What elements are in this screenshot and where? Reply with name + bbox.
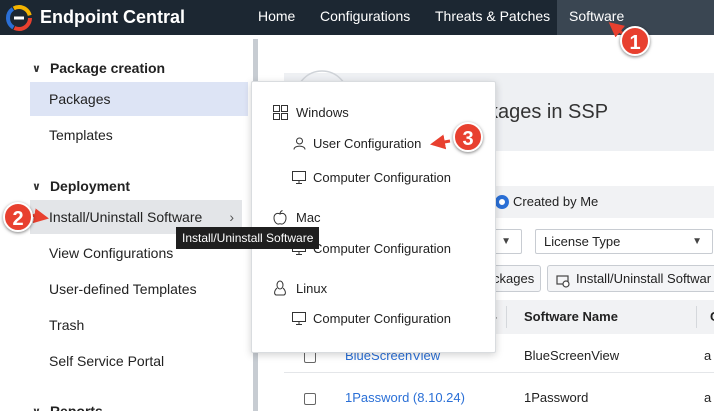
sidebar: ∨ Package creation Packages Templates ∨ … <box>22 39 250 411</box>
section-reports[interactable]: ∨ Reports <box>32 403 103 411</box>
install-uninstall-submenu: Windows User Configuration Computer Conf… <box>251 81 496 353</box>
chevron-down-icon: ▼ <box>501 236 511 247</box>
software-name-cell: 1Password <box>524 390 589 405</box>
menu-group-windows: Windows <box>272 104 349 120</box>
filter-license-type-value: License Type <box>544 234 621 249</box>
menu-item-label: User Configuration <box>313 136 422 151</box>
monitor-icon <box>292 171 306 185</box>
tooltip: Install/Uninstall Software <box>176 227 320 249</box>
extra-cell: a <box>704 348 712 363</box>
menu-item-windows-computer-configuration[interactable]: Computer Configuration <box>292 170 451 185</box>
section-deployment[interactable]: ∨ Deployment <box>32 178 130 194</box>
menu-group-label: Linux <box>296 280 328 296</box>
chevron-down-icon: ∨ <box>32 405 41 411</box>
nav-home[interactable]: Home <box>246 0 307 35</box>
column-c[interactable]: C <box>710 300 714 334</box>
chevron-down-icon: ∨ <box>32 62 41 75</box>
radio-selected-icon <box>495 194 509 209</box>
chevron-down-icon: ▼ <box>692 236 702 247</box>
top-navigation-bar: Endpoint Central Home Configurations Thr… <box>0 0 714 56</box>
install-uninstall-software-button-label: Install/Uninstall Softwar <box>576 271 712 286</box>
filter-license-type[interactable]: License Type ▼ <box>535 229 713 254</box>
menu-item-windows-user-configuration[interactable]: User Configuration <box>292 136 421 151</box>
menu-item-label: Computer Configuration <box>313 170 452 185</box>
step-badge-3: 3 <box>453 122 483 152</box>
chevron-down-icon: ∨ <box>32 180 41 193</box>
nav-configurations[interactable]: Configurations <box>308 0 422 35</box>
menu-group-linux: Linux <box>272 280 327 296</box>
sidebar-item-templates[interactable]: Templates <box>30 118 248 152</box>
radio-label: Created by Me <box>513 194 599 209</box>
sidebar-item-label: Install/Uninstall Software <box>49 209 203 225</box>
software-name-cell: BlueScreenView <box>524 348 620 363</box>
banner-title: ckages in SSP <box>478 101 609 123</box>
menu-group-label: Windows <box>296 104 349 120</box>
sidebar-item-user-defined-templates[interactable]: User-defined Templates <box>30 272 248 306</box>
sidebar-item-packages[interactable]: Packages <box>30 82 248 116</box>
sidebar-item-self-service-portal[interactable]: Self Service Portal <box>30 344 248 378</box>
menu-item-label: Computer Configuration <box>313 241 452 256</box>
section-label: Reports <box>49 403 103 411</box>
package-name-link[interactable]: 1Password (8.10.24) <box>345 381 465 411</box>
section-label: Package creation <box>49 60 166 76</box>
step-badge-2: 2 <box>3 202 33 232</box>
linux-icon <box>272 280 288 296</box>
section-label: Deployment <box>49 178 131 194</box>
row-checkbox[interactable] <box>304 393 316 405</box>
column-divider <box>506 306 507 328</box>
column-software-name[interactable]: Software Name <box>524 300 618 334</box>
menu-item-label: Computer Configuration <box>313 311 452 326</box>
table-row[interactable]: 1Password (8.10.24) 1Password a <box>284 381 714 411</box>
nav-threats-patches[interactable]: Threats & Patches <box>423 0 562 35</box>
deploy-icon <box>556 271 570 291</box>
radio-created-by-me[interactable]: Created by Me <box>495 194 598 209</box>
user-icon <box>292 137 306 151</box>
install-uninstall-software-button[interactable]: Install/Uninstall Softwar <box>547 265 714 292</box>
menu-item-linux-computer-configuration[interactable]: Computer Configuration <box>292 311 451 326</box>
section-package-creation[interactable]: ∨ Package creation <box>32 60 165 76</box>
endpoint-central-logo-icon <box>6 4 32 31</box>
menu-group-mac: Mac <box>272 209 321 225</box>
apple-icon <box>272 209 288 225</box>
sidebar-item-trash[interactable]: Trash <box>30 308 248 342</box>
extra-cell: a <box>704 390 712 405</box>
monitor-icon <box>292 312 306 326</box>
brand[interactable]: Endpoint Central <box>6 0 185 35</box>
windows-icon <box>272 104 288 120</box>
menu-group-label: Mac <box>296 209 321 225</box>
step-badge-1: 1 <box>620 26 650 56</box>
app-name: Endpoint Central <box>40 7 185 27</box>
column-divider <box>696 306 697 328</box>
